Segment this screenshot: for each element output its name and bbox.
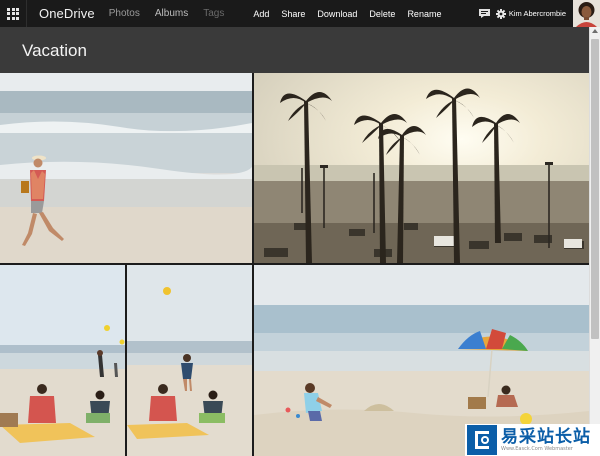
photo-grid bbox=[0, 73, 589, 456]
scrollbar-thumb[interactable] bbox=[591, 39, 599, 339]
watermark-logo-icon bbox=[467, 425, 497, 455]
avatar-photo bbox=[573, 0, 600, 27]
download-button[interactable]: Download bbox=[317, 9, 357, 19]
share-button[interactable]: Share bbox=[281, 9, 305, 19]
site-watermark: 易采站长站 Www.Easck.Com Webmaster bbox=[465, 424, 600, 456]
photo-tile-beach-chairs-left[interactable] bbox=[0, 265, 125, 456]
gear-icon[interactable] bbox=[495, 8, 506, 19]
nav-albums[interactable]: Albums bbox=[155, 8, 188, 19]
brand-logo[interactable]: OneDrive bbox=[39, 6, 95, 21]
watermark-title: 易采站长站 bbox=[501, 426, 591, 447]
photo-tile-woman-walking[interactable] bbox=[0, 73, 252, 263]
delete-button[interactable]: Delete bbox=[369, 9, 395, 19]
album-title: Vacation bbox=[22, 41, 87, 60]
vertical-scrollbar[interactable] bbox=[589, 27, 600, 456]
photo-tile-beach-ball[interactable] bbox=[127, 265, 252, 456]
command-bar: Add Share Download Delete Rename bbox=[253, 9, 453, 19]
album-header: Vacation bbox=[0, 27, 589, 73]
avatar[interactable] bbox=[573, 0, 600, 27]
nav-tags[interactable]: Tags bbox=[203, 8, 224, 19]
app-launcher-button[interactable] bbox=[0, 0, 27, 27]
photo-beach-chairs-left bbox=[0, 265, 125, 456]
rename-button[interactable]: Rename bbox=[407, 9, 441, 19]
photo-tile-palm-trees[interactable] bbox=[254, 73, 589, 263]
photo-woman-walking bbox=[0, 73, 252, 263]
waffle-icon bbox=[7, 7, 19, 20]
top-bar: OneDrive Photos Albums Tags Add Share Do… bbox=[0, 0, 600, 27]
account-area: Kim Abercrombie bbox=[478, 0, 600, 27]
photo-palm-trees bbox=[254, 73, 589, 263]
user-name[interactable]: Kim Abercrombie bbox=[509, 9, 566, 18]
chat-icon[interactable] bbox=[478, 9, 490, 18]
onedrive-app: OneDrive Photos Albums Tags Add Share Do… bbox=[0, 0, 600, 456]
scroll-up-arrow-icon[interactable] bbox=[592, 29, 598, 33]
nav-photos[interactable]: Photos bbox=[109, 8, 140, 19]
photo-beach-ball bbox=[127, 265, 252, 456]
add-button[interactable]: Add bbox=[253, 9, 269, 19]
watermark-text: 易采站长站 Www.Easck.Com Webmaster bbox=[501, 426, 591, 452]
